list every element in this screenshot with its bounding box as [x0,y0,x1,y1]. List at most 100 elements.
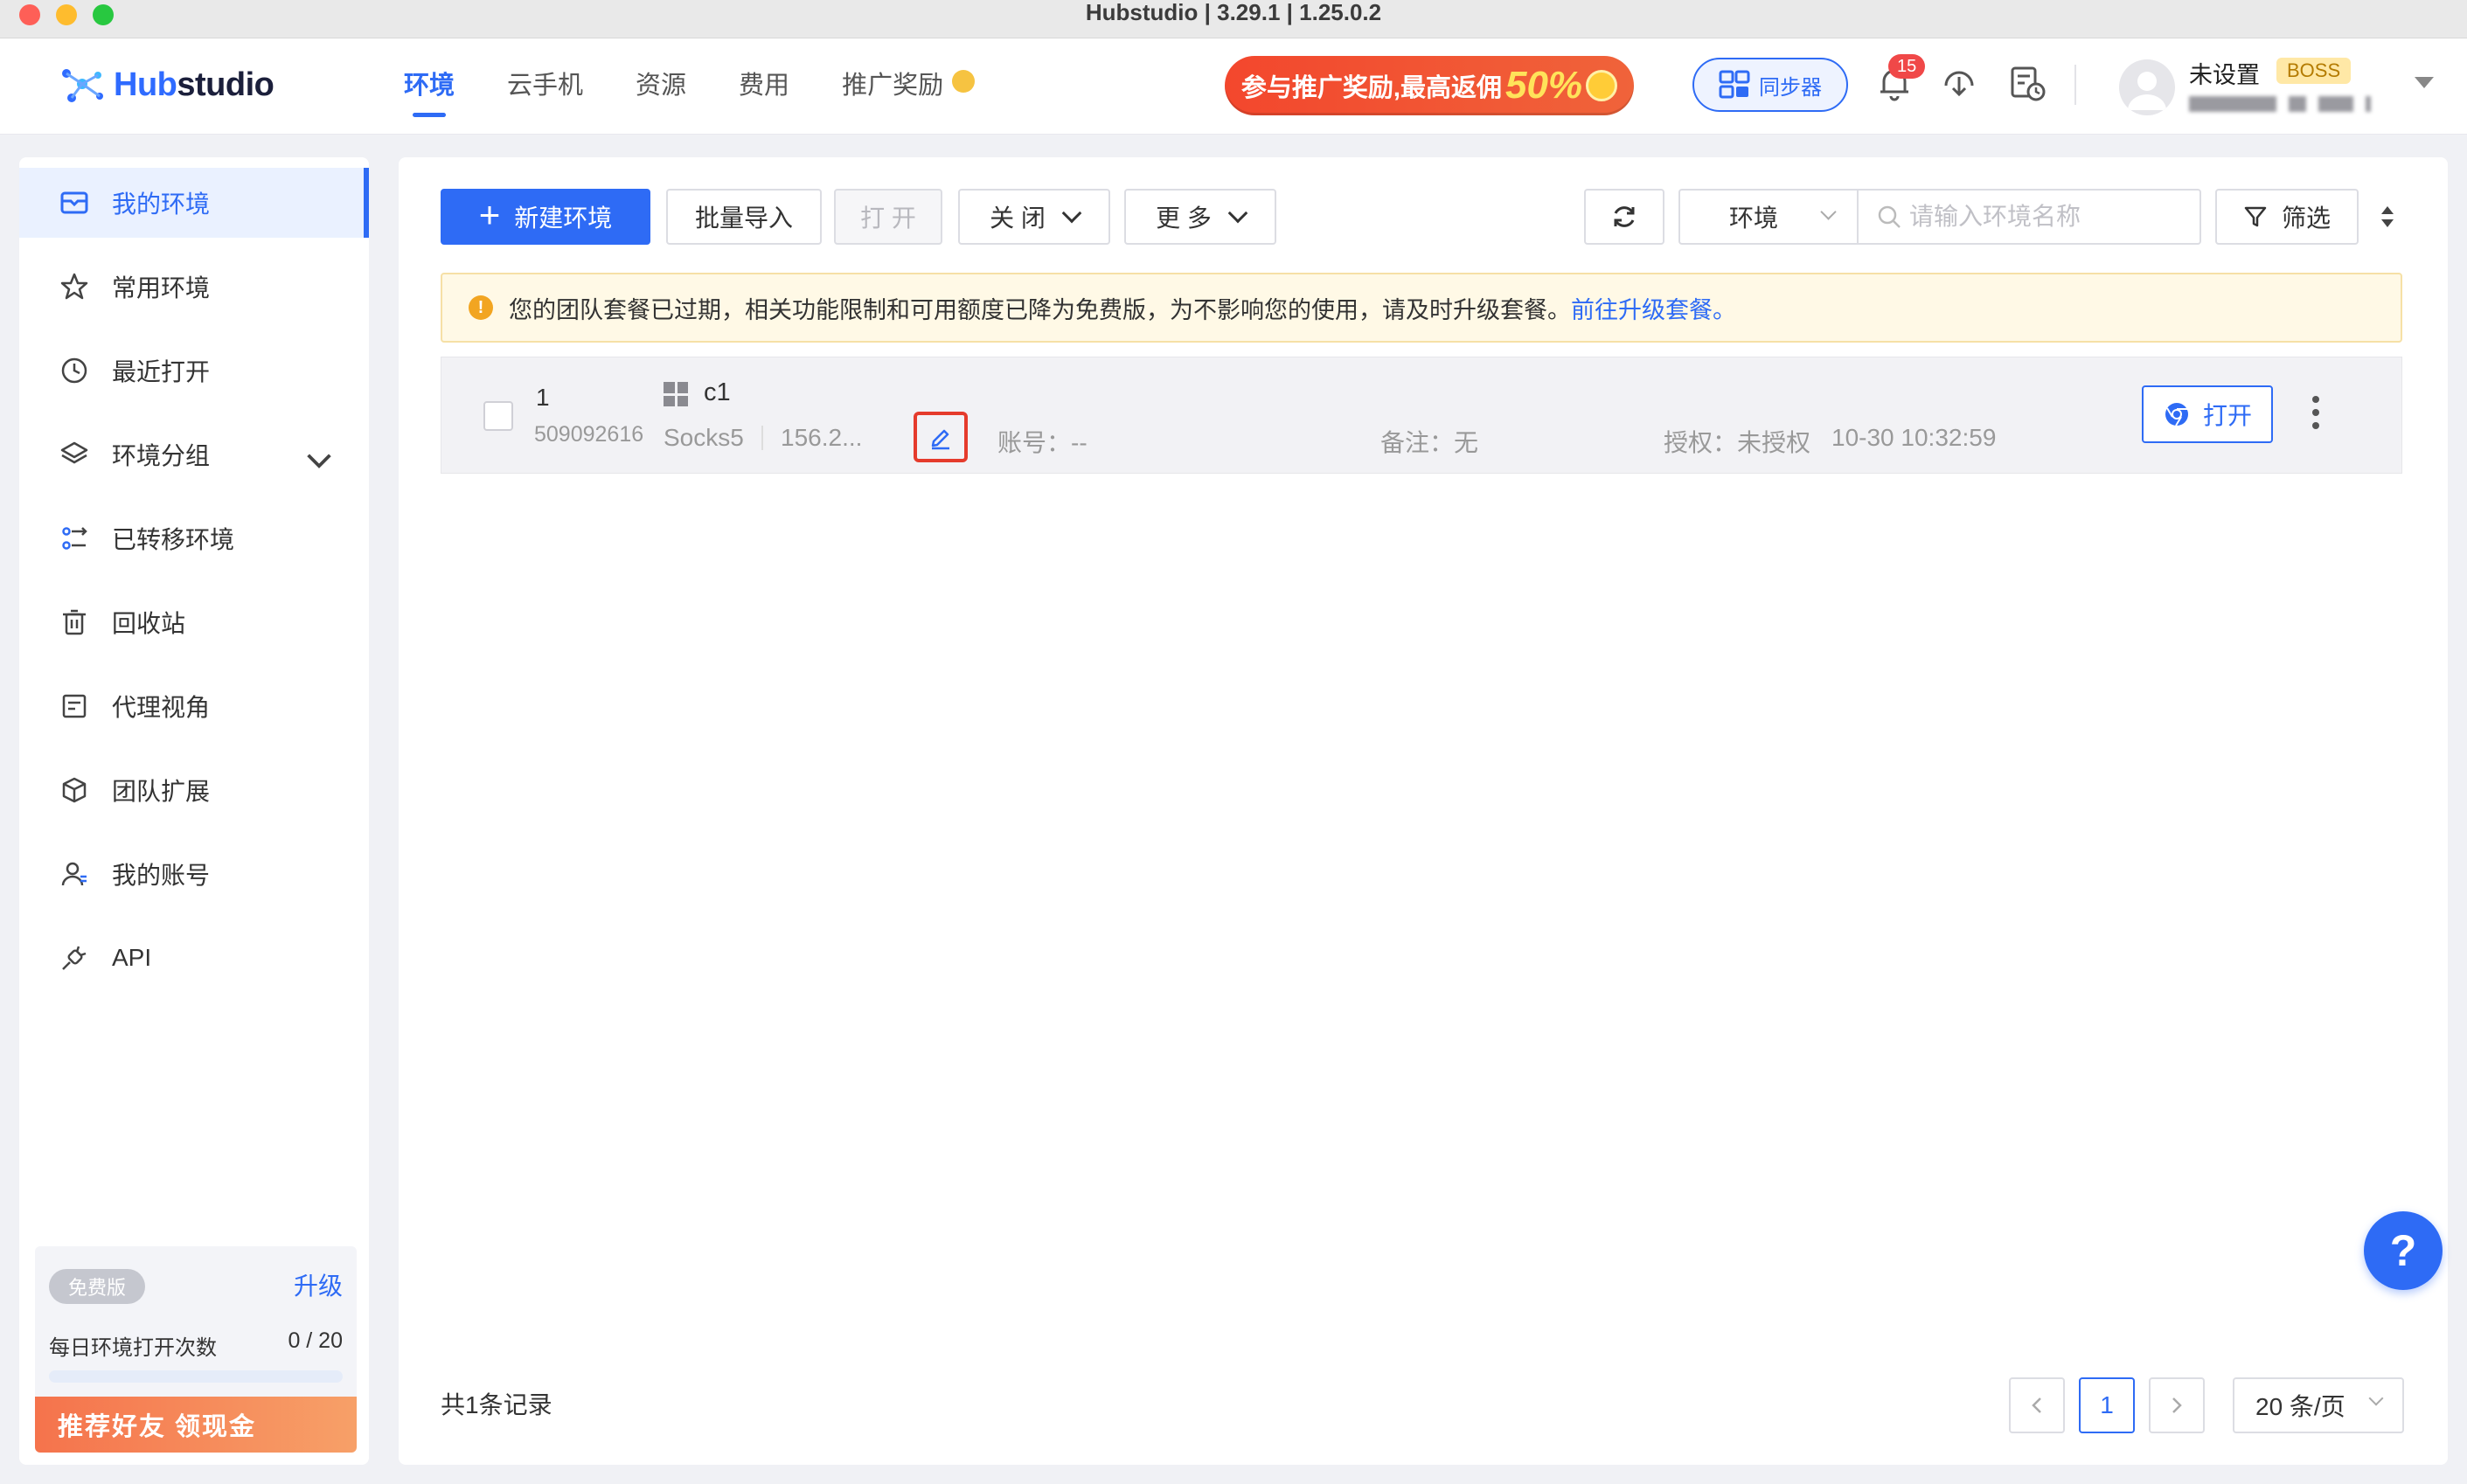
env-remark: 备注：无 [1380,429,1479,456]
page-size-select[interactable]: 20 条/页 [2233,1377,2404,1433]
avatar[interactable] [2119,59,2175,115]
edit-proxy-button[interactable] [914,412,968,462]
sidebar-item-label: 我的账号 [112,862,211,889]
sidebar-item-my-environments[interactable]: 我的环境 [19,168,369,238]
page-number-button[interactable]: 1 [2079,1377,2135,1433]
chevron-down-icon [1227,203,1248,224]
sidebar-item-recycle-bin[interactable]: 回收站 [19,587,369,657]
plus-icon: + [478,194,501,235]
chevron-right-icon [2172,1397,2182,1413]
batch-import-button[interactable]: 批量导入 [666,189,822,245]
hubstudio-logo-icon [62,69,103,102]
env-account: 账号：-- [997,429,1088,456]
layers-icon [60,441,88,464]
chevron-down-icon [1820,204,1837,220]
proxy-view-icon [62,694,87,718]
sidebar-item-my-account[interactable]: 我的账号 [19,839,369,909]
upgrade-plan-link[interactable]: 前往升级套餐。 [1571,297,1736,323]
window-controls [19,4,114,25]
cube-icon [62,777,87,803]
sidebar-item-environment-groups[interactable]: 环境分组 [19,420,369,489]
daily-open-progress-bar [49,1370,343,1383]
new-environment-button[interactable]: + 新建环境 [441,189,650,245]
search-scope-select[interactable]: 环境 [1678,189,1857,245]
sidebar-item-label: 代理视角 [112,694,211,721]
row-checkbox[interactable] [483,401,513,431]
filter-button[interactable]: 筛选 [2215,189,2359,245]
chevron-down-icon[interactable] [304,446,334,475]
refer-friend-banner[interactable]: 推荐好友 领现金 [35,1397,357,1453]
env-name[interactable]: c1 [704,378,731,407]
daily-open-count-value: 0 / 20 [288,1328,343,1353]
refresh-button[interactable] [1584,189,1664,245]
tab-resources[interactable]: 资源 [636,65,686,117]
sidebar-item-label: 回收站 [112,610,186,637]
plan-expired-notice: ! 您的团队套餐已过期，相关功能限制和可用额度已降为免费版，为不影响您的使用，请… [441,273,2402,343]
open-selected-button[interactable]: 打 开 [834,189,942,245]
coin-icon [952,70,976,93]
sidebar-item-label: 环境分组 [112,442,211,469]
plan-badge: 免费版 [49,1269,146,1304]
sidebar-item-transferred-environments[interactable]: 已转移环境 [19,503,369,573]
open-selected-label: 打 开 [860,205,916,232]
sidebar-item-recently-opened[interactable]: 最近打开 [19,336,369,406]
open-environment-button[interactable]: 打开 [2142,385,2273,443]
filter-label: 筛选 [2281,205,2331,232]
sidebar-item-team-extensions[interactable]: 团队扩展 [19,755,369,825]
sync-windows-icon [1719,70,1750,99]
minimize-window-button[interactable] [56,4,77,25]
next-page-button[interactable] [2149,1377,2205,1433]
more-actions-icon[interactable] [2312,396,2319,429]
tab-environments[interactable]: 环境 [404,65,455,117]
synchronizer-button[interactable]: 同步器 [1692,58,1848,112]
proxy-type: Socks5 [664,424,744,451]
app-logo[interactable]: Hubstudio [58,63,274,107]
notification-count-badge: 15 [1888,54,1926,79]
divider [761,426,763,450]
more-dropdown-button[interactable]: 更 多 [1124,189,1276,245]
logo-wordmark: Hubstudio [114,66,274,103]
trash-icon [63,609,86,635]
chevron-left-icon [2032,1397,2041,1413]
synchronizer-label: 同步器 [1759,75,1822,100]
sidebar-item-label: 已转移环境 [112,526,235,553]
chevron-down-icon [2368,1390,2384,1406]
tab-billing[interactable]: 费用 [739,65,789,117]
close-window-button[interactable] [19,4,40,25]
refresh-icon [1614,206,1635,227]
user-icon [61,862,87,886]
sidebar-item-label: 最近打开 [112,358,211,385]
prev-page-button[interactable] [2009,1377,2065,1433]
search-input[interactable] [1909,203,2198,231]
nav-divider [2074,65,2076,105]
search-box [1857,189,2201,245]
table-row[interactable]: 1 509092616 c1 Socks5 156.2... 账号：-- 备注：… [441,357,2402,474]
close-dropdown-button[interactable]: 关 闭 [958,189,1110,245]
more-dropdown-label: 更 多 [1156,205,1212,232]
tab-cloud-phone[interactable]: 云手机 [507,65,583,117]
user-menu-caret-icon[interactable] [2415,77,2434,88]
new-environment-label: 新建环境 [514,205,613,232]
sidebar-item-label: 常用环境 [112,274,211,302]
star-icon [60,273,88,300]
sort-icon[interactable] [2380,203,2395,231]
env-timestamp: 10-30 10:32:59 [1831,424,1997,451]
tab-referral-rewards[interactable]: 推广奖励 [842,65,976,117]
total-records: 共1条记录 [441,1391,552,1418]
download-cloud-icon[interactable] [1939,63,1979,103]
plan-usage-card: 免费版 升级 每日环境打开次数 0 / 20 推荐好友 领现金 [35,1246,357,1453]
upgrade-link[interactable]: 升级 [294,1267,343,1302]
promo-banner[interactable]: 参与推广奖励,最高返佣 50% [1225,56,1634,115]
windows-icon [664,382,688,406]
notice-text: 您的团队套餐已过期，相关功能限制和可用额度已降为免费版，为不影响您的使用，请及时… [509,291,1736,325]
sidebar-item-api[interactable]: API [19,923,369,993]
warning-icon: ! [469,295,493,320]
task-schedule-icon[interactable] [2007,63,2047,103]
sidebar-item-favorite-environments[interactable]: 常用环境 [19,252,369,322]
help-button[interactable]: ? [2364,1211,2443,1290]
sidebar-item-label: 我的环境 [112,191,211,218]
sidebar-item-proxy-view[interactable]: 代理视角 [19,671,369,741]
chevron-down-icon [1061,203,1082,224]
main-nav-tabs: 环境 云手机 资源 费用 推广奖励 [404,65,1027,117]
zoom-window-button[interactable] [93,4,114,25]
